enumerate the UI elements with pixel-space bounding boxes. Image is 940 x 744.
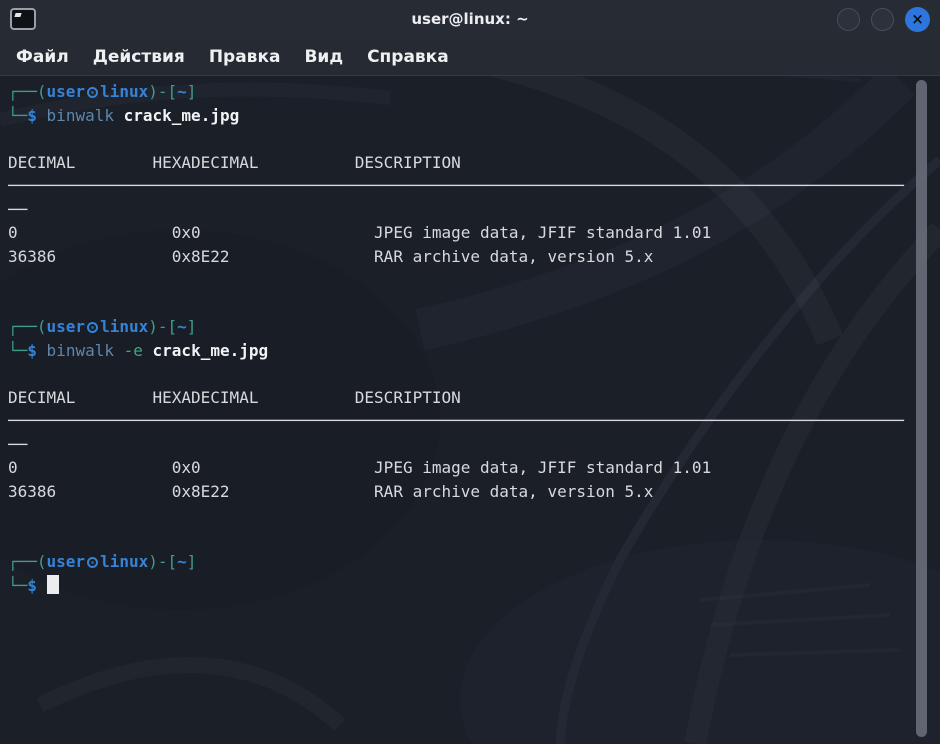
terminal-output[interactable]: ┌──(userlinux)-[~]└─$ binwalk crack_me.j…	[0, 77, 940, 744]
term-segment: ────────────────────────────────────────…	[8, 176, 904, 195]
menu-item-edit[interactable]: Правка	[197, 41, 293, 73]
term-segment	[37, 106, 47, 125]
term-segment: 36386 0x8E22 RAR archive data, version 5…	[8, 247, 653, 266]
table-row: 0 0x0 JPEG image data, JFIF standard 1.0…	[8, 221, 932, 245]
table-row: 0 0x0 JPEG image data, JFIF standard 1.0…	[8, 456, 932, 480]
terminal-cursor	[47, 575, 59, 594]
blank-line	[8, 127, 932, 151]
blank-line	[8, 527, 932, 551]
table-header: DECIMAL HEXADECIMAL DESCRIPTION	[8, 151, 932, 175]
command-binwalk: binwalk	[47, 106, 114, 125]
term-segment: ]	[187, 82, 197, 101]
kali-at-icon	[87, 87, 98, 98]
blank-line	[8, 362, 932, 386]
title-bar[interactable]: user@linux: ~ ×	[0, 0, 940, 38]
term-segment: 0 0x0 JPEG image data, JFIF standard 1.0…	[8, 223, 711, 242]
term-segment	[114, 341, 124, 360]
term-segment: )-[	[148, 82, 177, 101]
menu-item-view[interactable]: Вид	[292, 41, 355, 73]
kali-at-icon	[87, 322, 98, 333]
blank-line	[8, 503, 932, 527]
term-segment: )-[	[148, 552, 177, 571]
command-line: └─$ binwalk -e crack_me.jpg	[8, 339, 932, 363]
table-separator-wrap: ──	[8, 198, 932, 222]
blank-line	[8, 292, 932, 316]
term-segment: └─	[8, 576, 27, 595]
maximize-button[interactable]	[871, 8, 894, 31]
table-separator: ────────────────────────────────────────…	[8, 409, 932, 433]
menu-bar: ФайлДействияПравкаВидСправка	[0, 38, 940, 76]
terminal-icon	[10, 8, 36, 30]
command-argument: crack_me.jpg	[153, 341, 269, 360]
blank-line	[8, 268, 932, 292]
term-segment: linux	[100, 82, 148, 101]
table-header: DECIMAL HEXADECIMAL DESCRIPTION	[8, 386, 932, 410]
term-segment: ────────────────────────────────────────…	[8, 411, 904, 430]
term-segment: DECIMAL HEXADECIMAL DESCRIPTION	[8, 388, 461, 407]
term-segment	[143, 341, 153, 360]
kali-at-icon	[87, 557, 98, 568]
term-segment: $	[27, 106, 37, 125]
command-line: └─$ binwalk crack_me.jpg	[8, 104, 932, 128]
term-segment: 0 0x0 JPEG image data, JFIF standard 1.0…	[8, 458, 711, 477]
command-argument: crack_me.jpg	[124, 106, 240, 125]
minimize-button[interactable]	[837, 8, 860, 31]
term-segment: ]	[187, 552, 197, 571]
term-segment	[37, 341, 47, 360]
close-button[interactable]: ×	[905, 7, 930, 32]
term-segment: ~	[177, 317, 187, 336]
term-segment: ┌──(	[8, 317, 47, 336]
term-segment: user	[47, 552, 86, 571]
term-segment: user	[47, 82, 86, 101]
term-segment: )-[	[148, 317, 177, 336]
term-segment: user	[47, 317, 86, 336]
term-segment: linux	[100, 552, 148, 571]
table-row: 36386 0x8E22 RAR archive data, version 5…	[8, 480, 932, 504]
term-segment: 36386 0x8E22 RAR archive data, version 5…	[8, 482, 653, 501]
term-segment: ┌──(	[8, 82, 47, 101]
term-segment: └─	[8, 106, 27, 125]
table-row: 36386 0x8E22 RAR archive data, version 5…	[8, 245, 932, 269]
term-segment	[114, 106, 124, 125]
term-segment: DECIMAL HEXADECIMAL DESCRIPTION	[8, 153, 461, 172]
prompt-input-line: └─$	[8, 574, 932, 598]
term-segment: $	[27, 341, 37, 360]
term-segment: ]	[187, 317, 197, 336]
term-segment	[37, 576, 47, 595]
menu-item-help[interactable]: Справка	[355, 41, 461, 73]
prompt-line: ┌──(user linux)-[~]	[8, 80, 932, 104]
term-segment: ~	[177, 552, 187, 571]
command-option: -e	[124, 341, 143, 360]
prompt-line: ┌──(user linux)-[~]	[8, 315, 932, 339]
table-separator: ────────────────────────────────────────…	[8, 174, 932, 198]
term-segment: ──	[8, 200, 27, 219]
command-binwalk: binwalk	[47, 341, 114, 360]
menu-item-file[interactable]: Файл	[4, 41, 81, 73]
term-segment: $	[27, 576, 37, 595]
prompt-line: ┌──(user linux)-[~]	[8, 550, 932, 574]
term-segment: ~	[177, 82, 187, 101]
menu-item-actions[interactable]: Действия	[81, 41, 197, 73]
term-segment: linux	[100, 317, 148, 336]
term-segment: └─	[8, 341, 27, 360]
window-controls: ×	[837, 7, 930, 32]
table-separator-wrap: ──	[8, 433, 932, 457]
window-title: user@linux: ~	[411, 10, 528, 28]
scrollbar-thumb[interactable]	[916, 80, 927, 737]
term-segment: ┌──(	[8, 552, 47, 571]
term-segment: ──	[8, 435, 27, 454]
